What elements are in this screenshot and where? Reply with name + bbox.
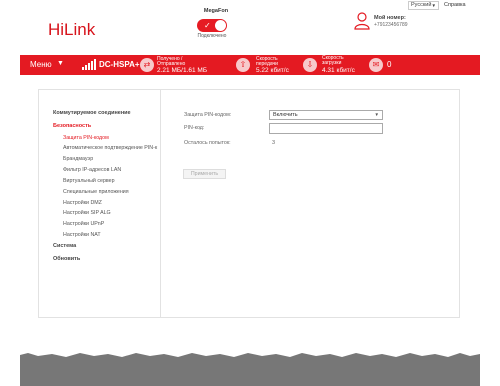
sidebar-subitem-special-apps[interactable]: Специальные приложения	[63, 189, 129, 195]
check-icon: ✓	[204, 21, 211, 30]
download-icon: ⇩	[303, 58, 317, 72]
sidebar-subitem-lan-ip-filter[interactable]: Фильтр IP-адресов LAN	[63, 167, 121, 173]
help-link[interactable]: Справка	[444, 2, 466, 8]
connection-toggle[interactable]: ✓	[197, 19, 227, 32]
sidebar-item-security-label: Безопасность	[53, 123, 92, 129]
tries-left-value: 3	[272, 140, 276, 146]
sidebar-subitem-pin-protection[interactable]: Защита PIN-кодом	[63, 135, 109, 141]
sidebar-subitem-auto-pin[interactable]: Автоматическое подтверждение PIN-к	[63, 145, 157, 151]
pin-protection-label: Защита PIN-кодом:	[184, 112, 232, 118]
sidebar-subitem-firewall[interactable]: Брандмауэр	[63, 156, 93, 162]
my-number-label: Мой номер:	[374, 15, 406, 21]
sidebar-subitem-dmz[interactable]: Настройки DMZ	[63, 200, 102, 206]
torn-paper-edge	[20, 350, 480, 357]
download-speed-label: Скорость загрузки	[322, 55, 344, 66]
upload-icon: ⇧	[236, 58, 250, 72]
sidebar-subitem-nat[interactable]: Настройки NAT	[63, 232, 101, 238]
messages-count: 0	[387, 60, 392, 69]
menu-caret-icon[interactable]: ▼	[57, 60, 64, 67]
header: HiLink MegaFon ✓ Подключено Мой номер: +…	[0, 0, 500, 55]
sidebar-item-system[interactable]: Система	[53, 243, 76, 249]
pin-protection-value: Включить	[273, 112, 298, 118]
received-sent-label: Получено / Отправлено	[157, 56, 186, 67]
upload-speed-label: Скорость передачи	[256, 56, 278, 67]
download-speed-value: 4.31 кбит/с	[322, 67, 355, 74]
received-sent-value: 2.21 МБ/1.61 МБ	[157, 67, 208, 74]
sidebar-subitem-virtual-server[interactable]: Виртуальный сервер	[63, 178, 115, 184]
footer-decoration	[20, 350, 480, 386]
my-number-value: +79123456789	[374, 22, 408, 28]
settings-sidebar: Коммутируемое соединение Безопасность За…	[39, 90, 161, 317]
operator-name: MegaFon	[203, 8, 229, 14]
sidebar-item-security[interactable]: Безопасность	[53, 123, 91, 129]
sidebar-item-switched-connection[interactable]: Коммутируемое соединение	[53, 110, 131, 116]
chevron-down-icon: ▼	[431, 3, 436, 8]
pin-protection-select[interactable]: Включить ▼	[269, 110, 383, 120]
status-bar: Меню ▼ DC-HSPA+ ⇄ Получено / Отправлено …	[20, 55, 480, 75]
connection-status: Подключено	[197, 33, 227, 39]
language-value: Русский	[411, 2, 432, 8]
network-type: DC-HSPA+	[99, 60, 140, 69]
tries-left-label: Осталось попыток:	[184, 140, 231, 146]
signal-strength-icon	[82, 59, 96, 70]
upload-speed-value: 5.22 кбит/с	[256, 67, 289, 74]
mail-icon[interactable]: ✉	[369, 58, 383, 72]
toggle-knob	[215, 20, 226, 31]
apply-button[interactable]: Применить	[183, 169, 226, 179]
settings-panel: Коммутируемое соединение Безопасность За…	[38, 89, 460, 318]
user-icon	[354, 12, 370, 30]
sidebar-item-update[interactable]: Обновить	[53, 256, 80, 262]
language-select[interactable]: Русский ▼	[408, 1, 439, 10]
sidebar-subitem-upnp[interactable]: Настройки UPnP	[63, 221, 104, 227]
pin-code-label: PIN-код:	[184, 125, 205, 131]
menu-button[interactable]: Меню	[30, 60, 52, 69]
pin-code-input[interactable]	[269, 123, 383, 134]
traffic-icon: ⇄	[140, 58, 154, 72]
chevron-down-icon: ▼	[374, 112, 379, 117]
logo: HiLink	[48, 20, 96, 39]
sidebar-subitem-sip-alg[interactable]: Настройки SIP ALG	[63, 210, 111, 216]
